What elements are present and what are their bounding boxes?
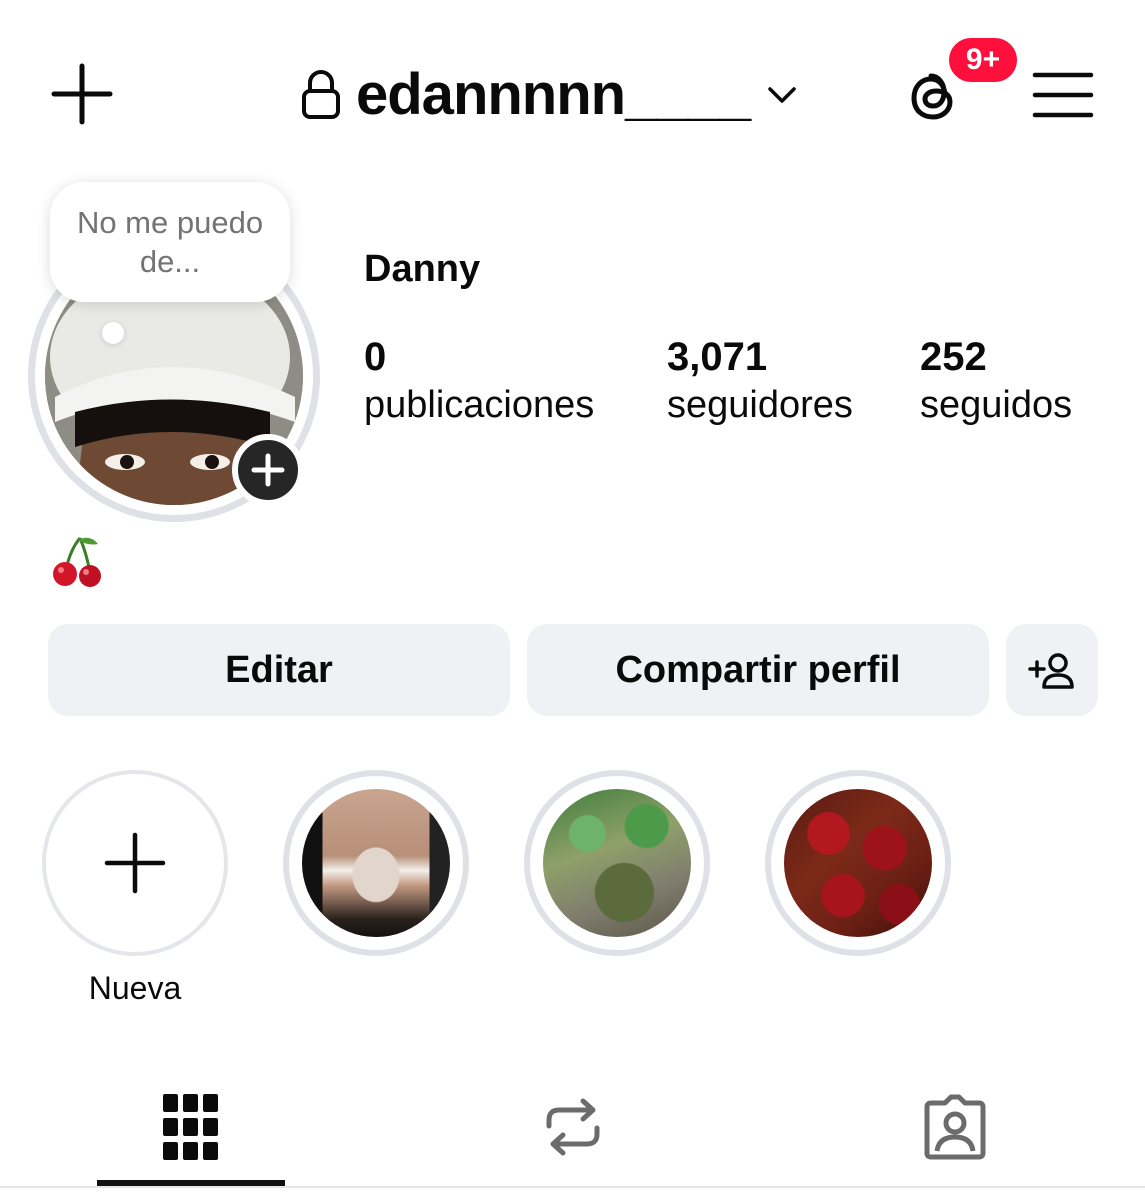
repost-icon — [546, 1098, 600, 1156]
stat-following[interactable]: 252 seguidos — [920, 334, 1072, 430]
notification-badge: 9+ — [945, 34, 1021, 86]
add-person-icon — [1028, 653, 1074, 689]
tab-posts-grid[interactable] — [96, 1082, 286, 1172]
stat-label: seguidores — [667, 384, 853, 426]
highlight-ring — [42, 770, 228, 956]
hamburger-menu-icon — [1032, 72, 1094, 118]
highlight-cover-image — [302, 789, 450, 937]
highlight-ring — [765, 770, 951, 956]
highlight-label: Nueva — [88, 970, 182, 1006]
stat-followers[interactable]: 3,071 seguidores — [667, 334, 853, 430]
tagged-person-icon — [924, 1094, 986, 1160]
username: edannnnn____ — [356, 62, 751, 127]
stat-value: 3,071 — [667, 335, 768, 379]
note-bubble[interactable]: No me puedo de... — [50, 182, 290, 302]
profile-page: edannnnn____ 9+ No me puedo de... Danny … — [0, 0, 1145, 1200]
tab-tagged[interactable] — [860, 1082, 1050, 1172]
lock-icon — [302, 70, 340, 119]
tab-reposts[interactable] — [478, 1082, 668, 1172]
new-highlight-button[interactable]: Nueva — [42, 770, 228, 1007]
cherry-icon — [53, 537, 101, 587]
plus-icon — [104, 832, 166, 894]
add-story-button[interactable] — [232, 434, 304, 506]
account-switcher[interactable]: edannnnn____ — [300, 50, 800, 140]
grid-icon — [163, 1094, 218, 1160]
highlight-cover-image — [543, 789, 691, 937]
stat-value: 0 — [364, 335, 387, 379]
new-post-button[interactable] — [46, 58, 118, 130]
highlight-item[interactable] — [283, 770, 469, 970]
highlight-cover-image — [784, 789, 932, 937]
plus-icon — [251, 453, 285, 487]
divider — [0, 1186, 1145, 1188]
highlight-ring — [283, 770, 469, 956]
highlight-item[interactable] — [765, 770, 951, 970]
chevron-down-icon — [768, 87, 796, 103]
discover-people-button[interactable] — [1006, 624, 1098, 716]
highlight-item[interactable] — [524, 770, 710, 970]
stat-label: publicaciones — [364, 384, 595, 426]
menu-button[interactable] — [1026, 62, 1100, 128]
bio — [50, 532, 106, 588]
display-name: Danny — [364, 248, 481, 290]
stat-posts[interactable]: 0 publicaciones — [364, 334, 594, 430]
stat-label: seguidos — [920, 384, 1073, 426]
share-profile-button[interactable]: Compartir perfil — [527, 624, 989, 716]
edit-profile-button[interactable]: Editar — [48, 624, 510, 716]
stat-value: 252 — [920, 335, 987, 379]
highlight-ring — [524, 770, 710, 956]
note-bubble-tail — [102, 322, 124, 344]
plus-icon — [51, 63, 113, 125]
